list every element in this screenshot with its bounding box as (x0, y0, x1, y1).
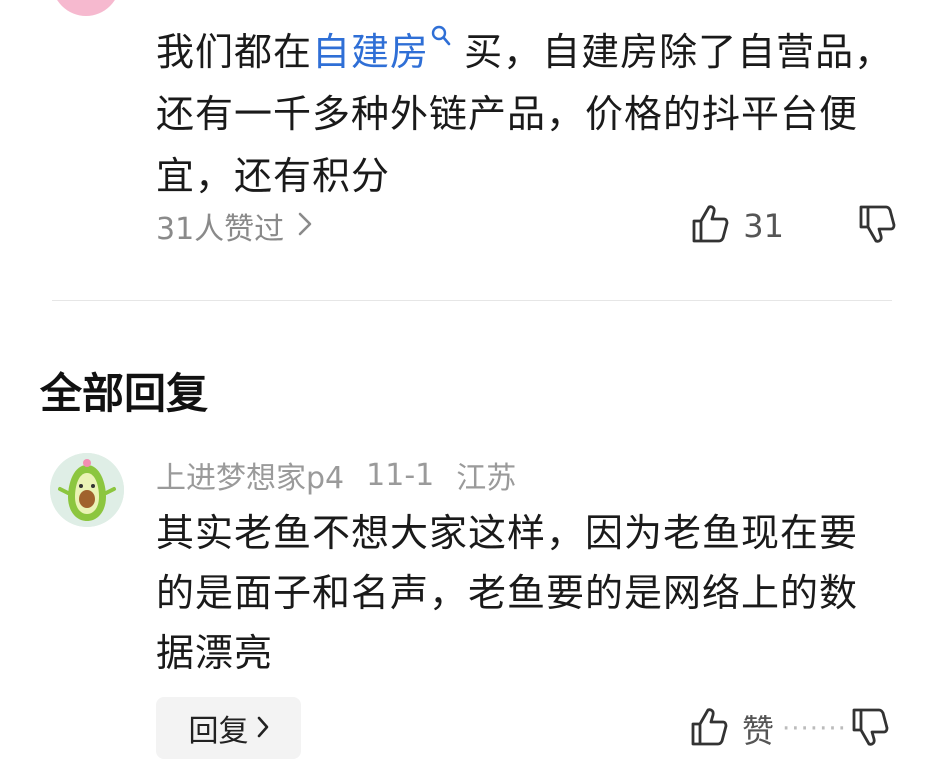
reply-date: 11-1 (366, 457, 435, 493)
comment-text: 我们都在自建房 买，自建房除了自营品，还有一千多种外链产品，价格的抖平台便宜，还… (156, 8, 896, 207)
reply-vote-actions: 赞 ······· (690, 705, 889, 753)
comment-vote-actions: 31 (691, 204, 896, 248)
section-title: 全部回复 (40, 369, 209, 418)
thumbs-down-icon[interactable] (858, 204, 896, 248)
avatar[interactable] (50, 453, 124, 527)
reply-text: 其实老鱼不想大家这样，因为老鱼现在要的是面子和名声，老鱼要的是网络上的数据漂亮 (156, 511, 859, 675)
reply-location: 江苏 (456, 461, 517, 496)
avocado-avatar-icon (50, 453, 124, 527)
search-icon (431, 25, 451, 53)
reply-detail-page: 我们都在自建房 买，自建房除了自营品，还有一千多种外链产品，价格的抖平台便宜，还… (0, 0, 945, 771)
comment-text-before: 我们都在 (156, 30, 313, 74)
thumbs-up-icon[interactable] (691, 204, 729, 248)
chevron-right-icon (298, 209, 312, 244)
like-count: 31 (743, 207, 784, 245)
reply-button-label: 回复 (188, 714, 249, 749)
liked-by-label: 31人赞过 (156, 212, 285, 247)
like-label: 赞 (742, 712, 775, 750)
liked-by-link[interactable]: 31人赞过 (156, 204, 312, 248)
divider (52, 300, 892, 301)
comment-actions: 31人赞过 31 (156, 202, 896, 250)
thumbs-down-icon[interactable] (851, 707, 889, 751)
avatar[interactable] (52, 0, 120, 16)
username[interactable]: 上进梦想家p4 (156, 453, 344, 497)
reply-meta: 上进梦想家p4 11-1 江苏 (156, 453, 517, 497)
reply-button[interactable]: 回复 (156, 697, 301, 759)
topic-label[interactable]: 自建房 (312, 30, 429, 74)
chevron-right-icon (257, 711, 269, 746)
thumbs-up-icon[interactable] (690, 707, 728, 751)
watermark: ······· (782, 714, 847, 744)
topic-link[interactable]: 自建房 (312, 25, 451, 74)
